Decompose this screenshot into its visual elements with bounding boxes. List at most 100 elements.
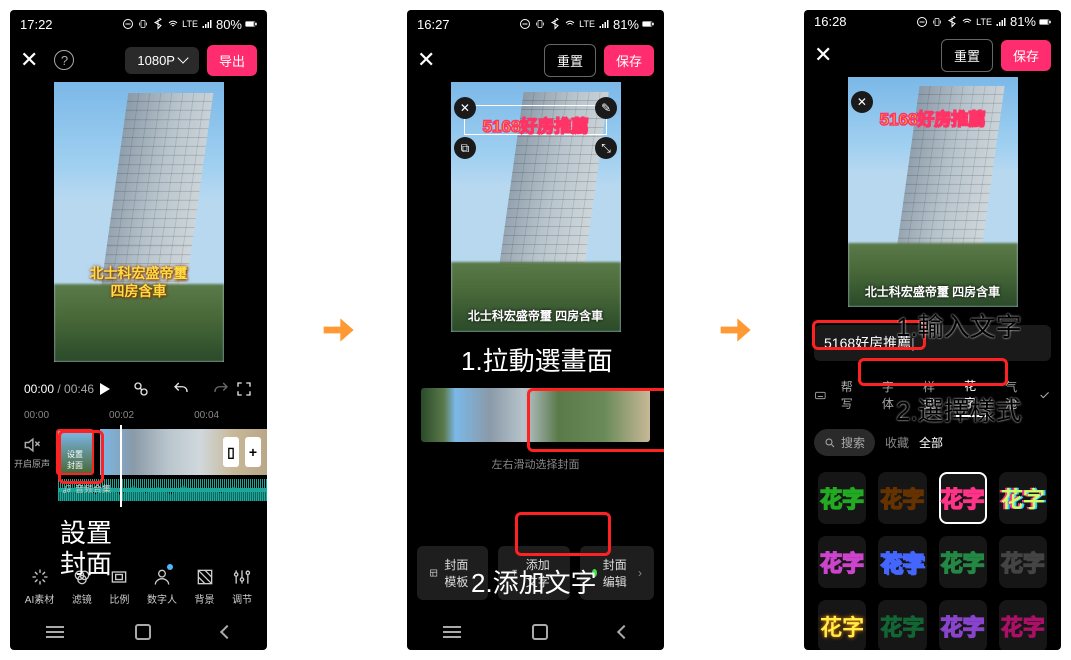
net-label: LTE	[579, 19, 595, 29]
delete-handle[interactable]: ✕	[851, 91, 873, 113]
battery-icon	[245, 18, 257, 30]
add-text-button[interactable]: 添加文字	[498, 546, 569, 600]
tool-ai[interactable]: AI素材	[25, 567, 54, 606]
confirm-icon[interactable]	[1038, 387, 1051, 403]
reset-button[interactable]: 重置	[941, 39, 993, 72]
text-input[interactable]: 5168好房推薦|	[814, 325, 1051, 361]
help-icon[interactable]: ?	[54, 50, 74, 70]
add-clip-button[interactable]: +	[245, 437, 261, 467]
style-3[interactable]: 花字	[999, 472, 1047, 524]
tool-filter[interactable]: 滤镜	[72, 567, 92, 606]
timeline-area[interactable]: 开启原声 设置 封面 ▯ + 音频合集	[10, 425, 267, 507]
export-button[interactable]: 导出	[207, 45, 257, 76]
vibrate-icon	[931, 16, 943, 28]
search-button[interactable]: 搜索	[814, 429, 875, 456]
sliders-icon	[232, 567, 252, 587]
reset-button[interactable]: 重置	[544, 44, 596, 77]
tool-bg[interactable]: 背景	[195, 567, 215, 606]
style-0[interactable]: 花字	[818, 472, 866, 524]
fullscreen-icon[interactable]	[235, 380, 253, 398]
close-icon[interactable]: ✕	[20, 47, 38, 73]
filter-row: 搜索 收藏 全部	[804, 423, 1061, 462]
edit-handle[interactable]: ✎	[595, 97, 617, 119]
tool-ratio[interactable]: 比例	[109, 567, 129, 606]
keyboard-icon[interactable]	[814, 387, 827, 403]
tab-huazi[interactable]: 花字	[956, 373, 991, 417]
battery-icon	[1039, 16, 1051, 28]
android-nav	[407, 614, 664, 650]
style-8[interactable]: 花字	[818, 600, 866, 650]
resolution-button[interactable]: 1080P	[125, 47, 199, 74]
playback-controls: 00:00 / 00:46	[10, 372, 267, 406]
bt-icon	[549, 18, 561, 30]
audio-tag: 音频合集	[62, 482, 111, 495]
time-display: 00:00 / 00:46	[24, 382, 94, 396]
cover-preview[interactable]: ✕ ✎ ⧉ ⤡ 5168好房推薦 北士科宏盛帝璽 四房含車	[407, 82, 664, 342]
video-clip[interactable]: ▯ +	[100, 429, 267, 475]
playhead[interactable]	[120, 425, 122, 507]
status-time: 17:22	[20, 17, 53, 32]
style-10[interactable]: 花字	[939, 600, 987, 650]
ai-write-label[interactable]: 帮写	[833, 374, 868, 416]
topbar: ✕ ? 1080P 导出	[10, 38, 267, 82]
style-1[interactable]: 花字	[878, 472, 926, 524]
split-button[interactable]: ▯	[223, 437, 239, 467]
audio-toggle[interactable]: 开启原声	[14, 435, 50, 470]
filmstrip-hint: 左右滑动选择封面	[407, 452, 664, 476]
tool-avatar[interactable]: 数字人	[147, 567, 177, 606]
style-2[interactable]: 花字	[939, 472, 987, 524]
resize-handle[interactable]: ⤡	[595, 137, 617, 159]
cover-template-button[interactable]: 封面模板	[417, 546, 488, 600]
nav-recent[interactable]	[443, 631, 461, 633]
nav-home[interactable]	[135, 624, 151, 640]
style-4[interactable]: 花字	[818, 536, 866, 588]
signal-icon	[201, 18, 213, 30]
style-5[interactable]: 花字	[878, 536, 926, 588]
battery-pct: 81%	[1010, 14, 1036, 29]
cover-title-text[interactable]: 5168好房推薦	[483, 112, 589, 137]
tab-style[interactable]: 样式	[915, 374, 950, 416]
bottom-toolbar: AI素材 滤镜 比例 数字人 背景 调节	[10, 553, 267, 614]
link-icon[interactable]	[132, 380, 150, 398]
dnd-icon	[122, 18, 134, 30]
cover-thumb-button[interactable]: 设置 封面	[56, 429, 94, 475]
style-7[interactable]: 花字	[999, 536, 1047, 588]
search-icon	[824, 437, 836, 449]
delete-handle[interactable]: ✕	[454, 97, 476, 119]
save-button[interactable]: 保存	[604, 45, 654, 76]
nav-recent[interactable]	[46, 631, 64, 633]
tab-font[interactable]: 字体	[874, 374, 909, 416]
style-9[interactable]: 花字	[878, 600, 926, 650]
phone-screen-1: 17:22 LTE 80% ✕ ? 1080P 导出	[10, 10, 267, 650]
tool-adjust[interactable]: 调节	[232, 567, 252, 606]
nav-home[interactable]	[532, 624, 548, 640]
status-bar: 16:28 LTE 81%	[804, 10, 1061, 33]
copy-handle[interactable]: ⧉	[454, 137, 476, 159]
nav-back[interactable]	[616, 625, 630, 639]
undo-icon[interactable]	[172, 380, 190, 398]
video-preview[interactable]: 北士科宏盛帝璽四房含車	[10, 82, 267, 372]
video-track[interactable]: 开启原声 设置 封面 ▯ +	[10, 425, 267, 479]
filter-all[interactable]: 全部	[919, 434, 943, 451]
timeline-ruler: 00:0000:0200:04	[10, 406, 267, 425]
save-button[interactable]: 保存	[1001, 40, 1051, 71]
redo-icon[interactable]	[212, 380, 230, 398]
cover-edit-button[interactable]: 封面编辑 ›	[580, 546, 654, 600]
phone-screen-2: 16:27 LTE 81% ✕ 重置 保存 ✕ ✎ ⧉ ⤡ 5168好房推薦 北…	[407, 10, 664, 650]
cover-title-text[interactable]: 5168好房推薦	[880, 105, 986, 130]
tab-bubble[interactable]: 气泡	[997, 374, 1032, 416]
vibrate-icon	[534, 18, 546, 30]
person-icon	[152, 567, 172, 587]
play-icon[interactable]	[100, 383, 110, 395]
status-time: 16:27	[417, 17, 450, 32]
audio-track[interactable]: 音频合集	[10, 479, 267, 507]
nav-back[interactable]	[219, 625, 233, 639]
close-icon[interactable]: ✕	[814, 42, 832, 68]
close-icon[interactable]: ✕	[417, 47, 435, 73]
cover-filmstrip[interactable]	[421, 388, 650, 442]
filter-fav[interactable]: 收藏	[885, 434, 909, 451]
style-6[interactable]: 花字	[939, 536, 987, 588]
style-11[interactable]: 花字	[999, 600, 1047, 650]
cover-preview[interactable]: ✕ 5168好房推薦 北士科宏盛帝璽 四房含車	[804, 77, 1061, 317]
cover-buttons: 封面模板 添加文字 封面编辑 ›	[407, 532, 664, 614]
